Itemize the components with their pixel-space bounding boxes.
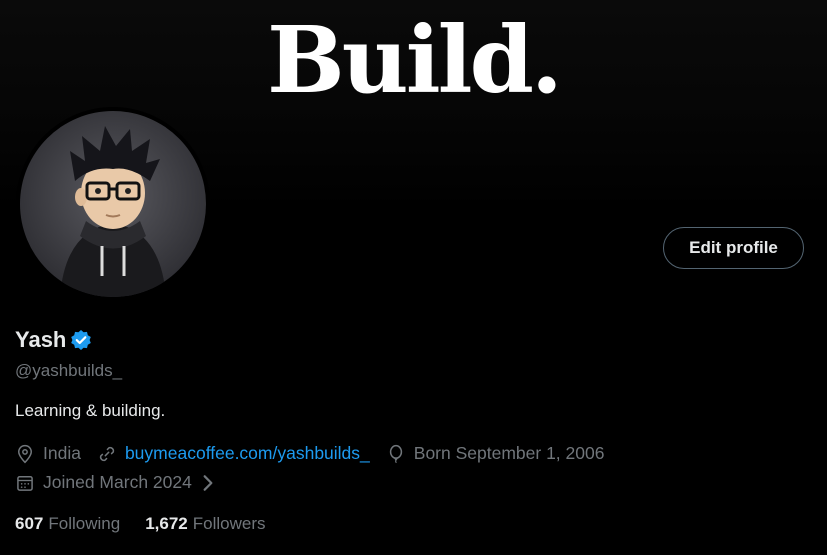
birthday: Born September 1, 2006 — [386, 443, 605, 464]
joined-row[interactable]: Joined March 2024 — [15, 472, 242, 493]
display-name: Yash — [15, 327, 67, 352]
website: buymeacoffee.com/yashbuilds_ — [97, 443, 370, 464]
link-icon — [99, 446, 115, 461]
avatar[interactable] — [16, 107, 210, 301]
profile-meta-row: India buymeacoffee.com/yashbuilds_ Born … — [15, 443, 620, 464]
location-pin-icon — [17, 444, 33, 463]
follow-stats: 607 Following 1,672 Followers — [15, 514, 290, 534]
followers-link[interactable]: 1,672 Followers — [145, 514, 265, 534]
joined-text: Joined March 2024 — [43, 472, 192, 492]
following-count: 607 — [15, 514, 44, 533]
handle: @yashbuilds_ — [15, 361, 123, 380]
edit-profile-button[interactable]: Edit profile — [663, 227, 804, 269]
balloon-icon — [389, 444, 402, 463]
avatar-image — [20, 111, 206, 297]
followers-label: Followers — [192, 514, 266, 533]
location-text: India — [43, 443, 81, 463]
banner-title: Build. — [267, 6, 563, 114]
name-row: Yash — [15, 327, 92, 353]
location: India — [15, 443, 81, 464]
calendar-icon — [17, 475, 33, 491]
followers-count: 1,672 — [145, 514, 188, 533]
following-label: Following — [48, 514, 121, 533]
bio: Learning & building. — [15, 401, 166, 420]
verified-badge-icon[interactable] — [70, 329, 92, 351]
following-link[interactable]: 607 Following — [15, 514, 120, 534]
birthday-text: Born September 1, 2006 — [413, 443, 605, 463]
chevron-right-icon[interactable] — [198, 473, 218, 493]
website-link[interactable]: buymeacoffee.com/yashbuilds_ — [125, 443, 370, 464]
joined[interactable]: Joined March 2024 — [15, 472, 226, 493]
